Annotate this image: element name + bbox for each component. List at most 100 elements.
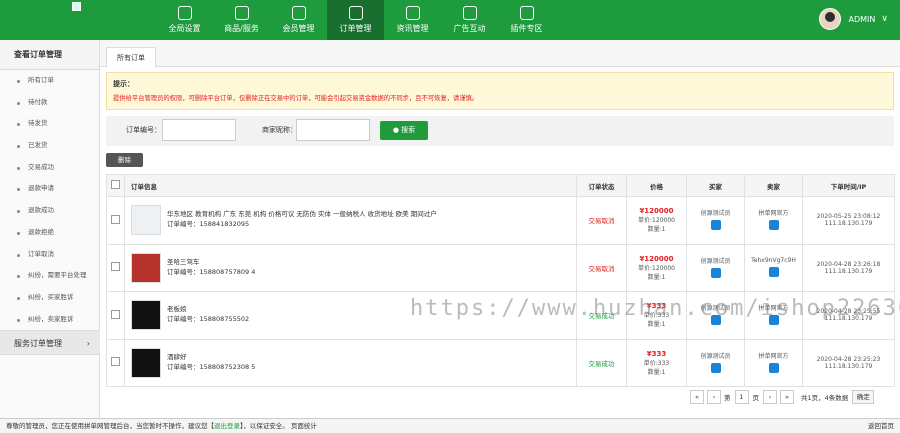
- search-button[interactable]: ● 搜索: [380, 121, 428, 140]
- row-checkbox[interactable]: [106, 291, 125, 340]
- logo-icon: [72, 2, 81, 11]
- camera-icon: [348, 6, 363, 20]
- footer: 尊敬的管理员，您正在使用拼单网管理后台，当您暂时不操作，建议您【退出登录】，以保…: [0, 418, 900, 433]
- nav-item-label: 广告互动: [453, 24, 486, 33]
- buyer: 创源测试员: [686, 196, 745, 245]
- pager-ok-button[interactable]: 确定: [852, 390, 875, 404]
- buyer: 创源测试员: [686, 338, 745, 387]
- order-ip: 111.18.130.179: [824, 220, 873, 228]
- seller: 拼单网官方: [744, 338, 803, 387]
- sidebar-item[interactable]: 已发货: [0, 135, 99, 157]
- page-input[interactable]: 1: [734, 390, 749, 404]
- seller-input[interactable]: [296, 119, 370, 141]
- col-order-info: 订单信息: [124, 174, 577, 197]
- main-content: 所有订单 提示： 提供给平台管理员的权限，可删除平台订单，仅删除正在交易中的订单…: [100, 40, 900, 418]
- price-total: ¥120000: [639, 254, 674, 263]
- order-status: 交易取消: [576, 196, 627, 245]
- status-text: 交易取消: [588, 264, 615, 273]
- buyer-name: 创源测试员: [700, 257, 731, 265]
- user-menu[interactable]: ADMIN ∨: [818, 8, 888, 30]
- unit-price: 单价:120000: [638, 217, 675, 225]
- sidebar-item[interactable]: 纠纷，卖家胜诉: [0, 309, 99, 331]
- seller: 拼单网官方: [744, 196, 803, 245]
- product-thumbnail[interactable]: [131, 347, 161, 378]
- order-time: 2020-05-25 23:08:12: [816, 213, 881, 221]
- search-button-label: 搜索: [401, 126, 416, 134]
- product-thumbnail[interactable]: [131, 252, 161, 283]
- sidebar-footer-label: 服务订单管理: [14, 339, 62, 348]
- tips-box: 提示： 提供给平台管理员的权限，可删除平台订单，仅删除正在交易中的订单，可能会引…: [106, 72, 894, 110]
- order-time-ip: 2020-04-28 23:25:23 111.18.130.179: [802, 338, 895, 387]
- nav-item-2[interactable]: 会员管理: [270, 0, 327, 40]
- next-page-button[interactable]: ›: [763, 390, 777, 404]
- nav-item-1[interactable]: 商品/服务: [213, 0, 270, 40]
- sidebar-item[interactable]: 纠纷，买家胜诉: [0, 287, 99, 309]
- sidebar: 查看订单管理 所有订单 待付款 待发货 已发货 交易成功 退款申请 退款成功 退款拒绝 订单取消…: [0, 40, 100, 418]
- qq-icon[interactable]: [710, 220, 721, 231]
- sidebar-item[interactable]: 订单取消: [0, 244, 99, 266]
- order-no-input[interactable]: [162, 119, 236, 141]
- delete-button[interactable]: 删除: [106, 153, 143, 167]
- product-thumbnail[interactable]: [131, 300, 161, 331]
- qq-icon[interactable]: [710, 267, 721, 278]
- sidebar-item[interactable]: 纠纷，需要平台处理: [0, 265, 99, 287]
- last-page-button[interactable]: »: [780, 390, 794, 404]
- pagination: « ‹ 第 1 页 › » 共1页，4条数据 确定: [690, 390, 875, 404]
- table-row: 华东地区 教育机构 广东 东莞 机构 价格可议 无防伪 实体 一般纳税人 收货地…: [106, 196, 895, 245]
- nav-item-3[interactable]: 订单管理: [327, 0, 384, 40]
- unit-price: 单价:120000: [638, 264, 675, 272]
- qq-icon[interactable]: [710, 362, 721, 373]
- sidebar-item[interactable]: 交易成功: [0, 157, 99, 179]
- seller-name: 拼单网官方: [758, 210, 789, 218]
- row-checkbox[interactable]: [106, 243, 125, 292]
- order-info: 酒肆好 订单编号：158808752308 5: [124, 338, 577, 387]
- price-total: ¥120000: [639, 207, 674, 216]
- user-name: ADMIN: [848, 14, 876, 24]
- nav-item-4[interactable]: 资讯管理: [384, 0, 441, 40]
- sidebar-item[interactable]: 退款成功: [0, 200, 99, 222]
- table-row: 圣哈三驾车 订单编号：158808757809 4 交易取消 ¥120000 单价:12…: [106, 243, 895, 292]
- product-title[interactable]: 华东地区 教育机构 广东 东莞 机构 价格可议 无防伪 实体 一般纳税人 收货地…: [167, 209, 576, 219]
- sidebar-item[interactable]: 待发货: [0, 113, 99, 135]
- pager-summary: 共1页，4条数据: [801, 394, 849, 402]
- order-ip: 111.18.130.179: [824, 362, 873, 370]
- quantity: 数量:1: [647, 368, 666, 376]
- first-page-button[interactable]: «: [690, 390, 704, 404]
- product-title[interactable]: 圣哈三驾车: [167, 257, 576, 267]
- order-number: 订单编号：158841832095: [167, 220, 250, 229]
- qq-icon[interactable]: [768, 220, 779, 231]
- col-seller: 卖家: [744, 174, 803, 197]
- select-all-checkbox[interactable]: [106, 174, 125, 197]
- product-title[interactable]: 酒肆好: [167, 352, 576, 362]
- qq-icon[interactable]: [768, 362, 779, 373]
- nav-item-5[interactable]: 广告互动: [441, 0, 498, 40]
- back-home-link[interactable]: 返回首页: [868, 419, 894, 433]
- calendar-icon: [405, 6, 420, 20]
- tips-title: 提示：: [113, 80, 134, 88]
- footer-text: 尊敬的管理员，您正在使用拼单网管理后台，当您暂时不操作，建议您【: [6, 422, 214, 430]
- watermark: https://www.huzhan.com/ishop22636: [410, 296, 900, 321]
- order-status: 交易取消: [576, 243, 627, 292]
- seller-name: 拼单网官方: [758, 352, 789, 360]
- tab-all-orders[interactable]: 所有订单: [106, 47, 156, 68]
- prev-page-button[interactable]: ‹: [707, 390, 721, 404]
- sidebar-item[interactable]: 所有订单: [0, 70, 99, 92]
- pager-prefix: 第: [724, 394, 731, 402]
- search-bar: 订单编号： 商家昵称： ● 搜索: [106, 116, 894, 146]
- sidebar-item[interactable]: 退款申请: [0, 178, 99, 200]
- order-info: 圣哈三驾车 订单编号：158808757809 4: [124, 243, 577, 292]
- price-total: ¥333: [646, 349, 667, 358]
- nav-item-0[interactable]: 全局设置: [156, 0, 213, 40]
- logout-link[interactable]: 退出登录: [214, 422, 240, 430]
- sidebar-footer-service-orders[interactable]: 服务订单管理 ›: [0, 330, 100, 355]
- inbox-icon: [519, 6, 534, 20]
- product-thumbnail[interactable]: [131, 205, 161, 236]
- row-checkbox[interactable]: [106, 196, 125, 245]
- qq-icon[interactable]: [768, 266, 779, 277]
- sidebar-item[interactable]: 退款拒绝: [0, 222, 99, 244]
- nav-item-6[interactable]: 插件专区: [498, 0, 555, 40]
- row-checkbox[interactable]: [106, 338, 125, 387]
- sidebar-item[interactable]: 待付款: [0, 92, 99, 114]
- seller-name: Tehx9nVg7c9H: [751, 256, 796, 264]
- status-text: 交易成功: [588, 359, 615, 368]
